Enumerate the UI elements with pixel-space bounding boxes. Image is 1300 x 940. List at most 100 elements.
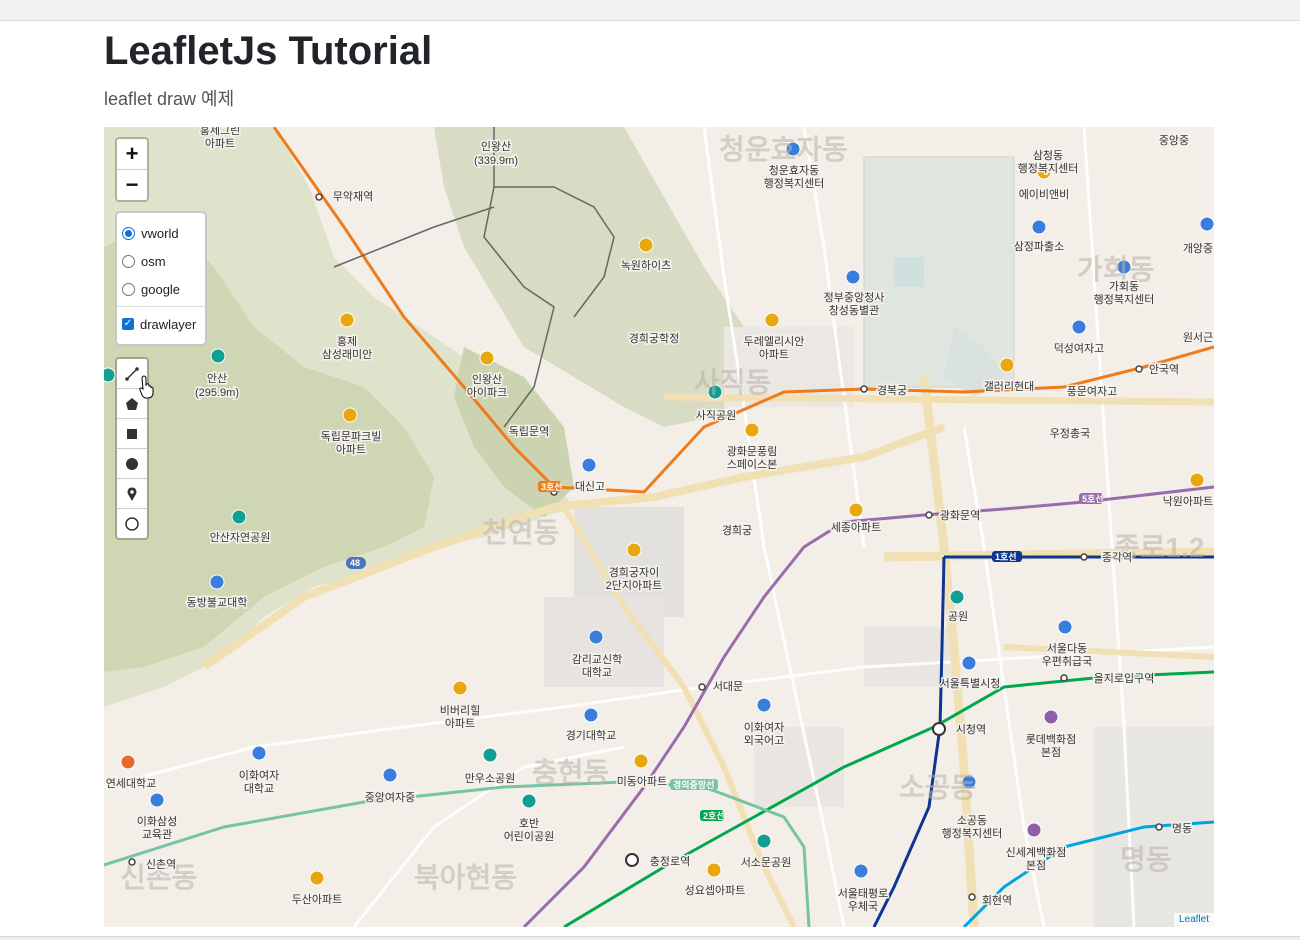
place-label: 광화문역 [940, 509, 980, 522]
district-label: 충현동 [532, 757, 609, 788]
place-label: 경희궁 [722, 524, 752, 537]
place-label: 서울특별시청 [940, 677, 1001, 690]
place-label: 을지로입구역 [1094, 672, 1155, 685]
draw-circle-button[interactable] [117, 448, 147, 478]
layer-option-vworld[interactable]: vworld [117, 219, 205, 247]
place-label: 녹원하이츠 [621, 258, 672, 272]
place-label: 종각역 [1102, 551, 1132, 564]
place-label: 에이비앤비 [1019, 188, 1070, 201]
map-base-layer[interactable]: 청운효자동 가회동 사직동 천연동 종로1.2 충현동 소공동 명동 신촌동 북… [104, 127, 1214, 927]
line-badge: 2호선 [703, 810, 725, 821]
district-label: 명동 [1120, 844, 1172, 875]
place-label: 우정총국 [1050, 427, 1090, 440]
place-label: 무악재역 [333, 190, 373, 203]
place-label: 만우소공원 [465, 772, 516, 785]
place-label: (339.9m) [474, 155, 518, 167]
place-label: 공원 [948, 610, 968, 623]
district-label: 청운효자동 [719, 134, 848, 165]
place-label: 경기대학교 [566, 729, 617, 742]
leaflet-map[interactable]: 청운효자동 가회동 사직동 천연동 종로1.2 충현동 소공동 명동 신촌동 북… [104, 127, 1214, 927]
district-label: 천연동 [482, 517, 559, 548]
place-label: 중앙여자중 [365, 791, 416, 804]
place-label: 경복궁 [877, 384, 907, 397]
place-label: 동방불교대학 [187, 596, 248, 609]
place-label: 중앙중 [1159, 134, 1189, 147]
overlay-option-drawlayer[interactable]: ✓ drawlayer [117, 310, 205, 338]
place-label: 호반 어린이공원 [504, 817, 555, 843]
place-label: 시청역 [956, 723, 986, 736]
layer-label: vworld [141, 225, 179, 241]
marker-icon [127, 486, 137, 501]
place-label: 롯데백화점 본점 [1026, 733, 1077, 759]
place-label: 미동아파트 [617, 775, 668, 788]
place-label: 덕성여자고 [1054, 342, 1105, 355]
page-bottom-rule [0, 936, 1300, 940]
circle-icon [126, 457, 138, 470]
place-label: 청운효자동 행정복지센터 [764, 164, 825, 190]
circlemarker-icon [125, 516, 139, 531]
line-badge: 경의중앙선 [673, 779, 714, 790]
draw-rectangle-button[interactable] [117, 418, 147, 448]
place-label: 대신고 [575, 480, 605, 493]
place-label: 풍문여자고 [1067, 385, 1118, 398]
layer-control: vworld osm google ✓ drawlayer [115, 211, 207, 346]
place-label: 안산 [207, 372, 227, 385]
radio-icon[interactable] [122, 254, 135, 268]
line-badge: 1호선 [995, 551, 1017, 562]
place-label: 사직공원 [696, 409, 736, 422]
leaflet-attribution-link[interactable]: Leaflet [1179, 914, 1209, 925]
line-badge: 5호선 [1082, 493, 1104, 504]
place-label: 충정로역 [650, 855, 690, 868]
place-label: 안산자연공원 [210, 531, 271, 544]
layer-label: google [141, 281, 181, 297]
place-label: 이화삼성 교육관 [137, 815, 177, 841]
radio-icon[interactable] [122, 282, 135, 296]
page-title: LeafletJs Tutorial [104, 29, 433, 73]
place-label: 명동 [1172, 822, 1192, 835]
zoom-in-button[interactable]: + [117, 139, 147, 169]
place-label: 서울태평로 우체국 [838, 887, 889, 913]
district-label: 북아현동 [414, 862, 517, 893]
map-attribution: Leaflet [1173, 913, 1214, 927]
layer-separator [117, 306, 205, 307]
place-label: 서대문 [713, 680, 743, 693]
zoom-control: + − [115, 137, 149, 202]
place-label: (295.9m) [195, 387, 239, 399]
draw-circlemarker-button[interactable] [117, 508, 147, 538]
place-label: 성요셉아파트 [685, 884, 746, 897]
place-label: 경희궁학정 [629, 332, 680, 345]
checkbox-checked-icon[interactable]: ✓ [122, 318, 134, 330]
place-label: 안국역 [1149, 363, 1179, 376]
layer-label: osm [141, 253, 166, 269]
rectangle-icon [127, 428, 137, 439]
place-label: 이화여자 대학교 [239, 769, 279, 795]
place-label: 독립문역 [509, 425, 549, 438]
polyline-icon [125, 366, 139, 381]
browser-top-strip [0, 0, 1300, 21]
layer-option-osm[interactable]: osm [117, 247, 205, 275]
place-label: 원서근 [1183, 331, 1213, 344]
place-label: 개앙중 [1183, 242, 1213, 255]
place-label: 인왕산 [481, 140, 511, 153]
zoom-out-button[interactable]: − [117, 169, 147, 200]
place-label: 갤러리현대 [984, 380, 1035, 393]
place-label: 낙원아파트 [1163, 495, 1214, 508]
polygon-icon [126, 397, 138, 410]
place-label: 신촌역 [146, 858, 176, 871]
district-label: 사직동 [694, 367, 771, 398]
place-label: 삼청동 행정복지센터 [1018, 149, 1079, 175]
road-badge: 48 [350, 558, 360, 568]
overlay-label: drawlayer [140, 316, 197, 332]
place-label: 연세대학교 [106, 777, 157, 790]
page-subtitle: leaflet draw 예제 [104, 89, 235, 109]
place-label: 세종아파트 [831, 521, 882, 534]
place-label: 신세계백화점 본점 [1006, 846, 1067, 872]
radio-selected-icon[interactable] [122, 226, 135, 240]
hand-pointer-icon [139, 375, 154, 399]
district-label: 소공동 [899, 772, 976, 803]
place-label: 회현역 [982, 894, 1012, 907]
place-label: 홍제그린 아파트 [200, 127, 240, 150]
place-label: 서소문공원 [741, 856, 792, 869]
layer-option-google[interactable]: google [117, 275, 205, 303]
draw-marker-button[interactable] [117, 478, 147, 508]
